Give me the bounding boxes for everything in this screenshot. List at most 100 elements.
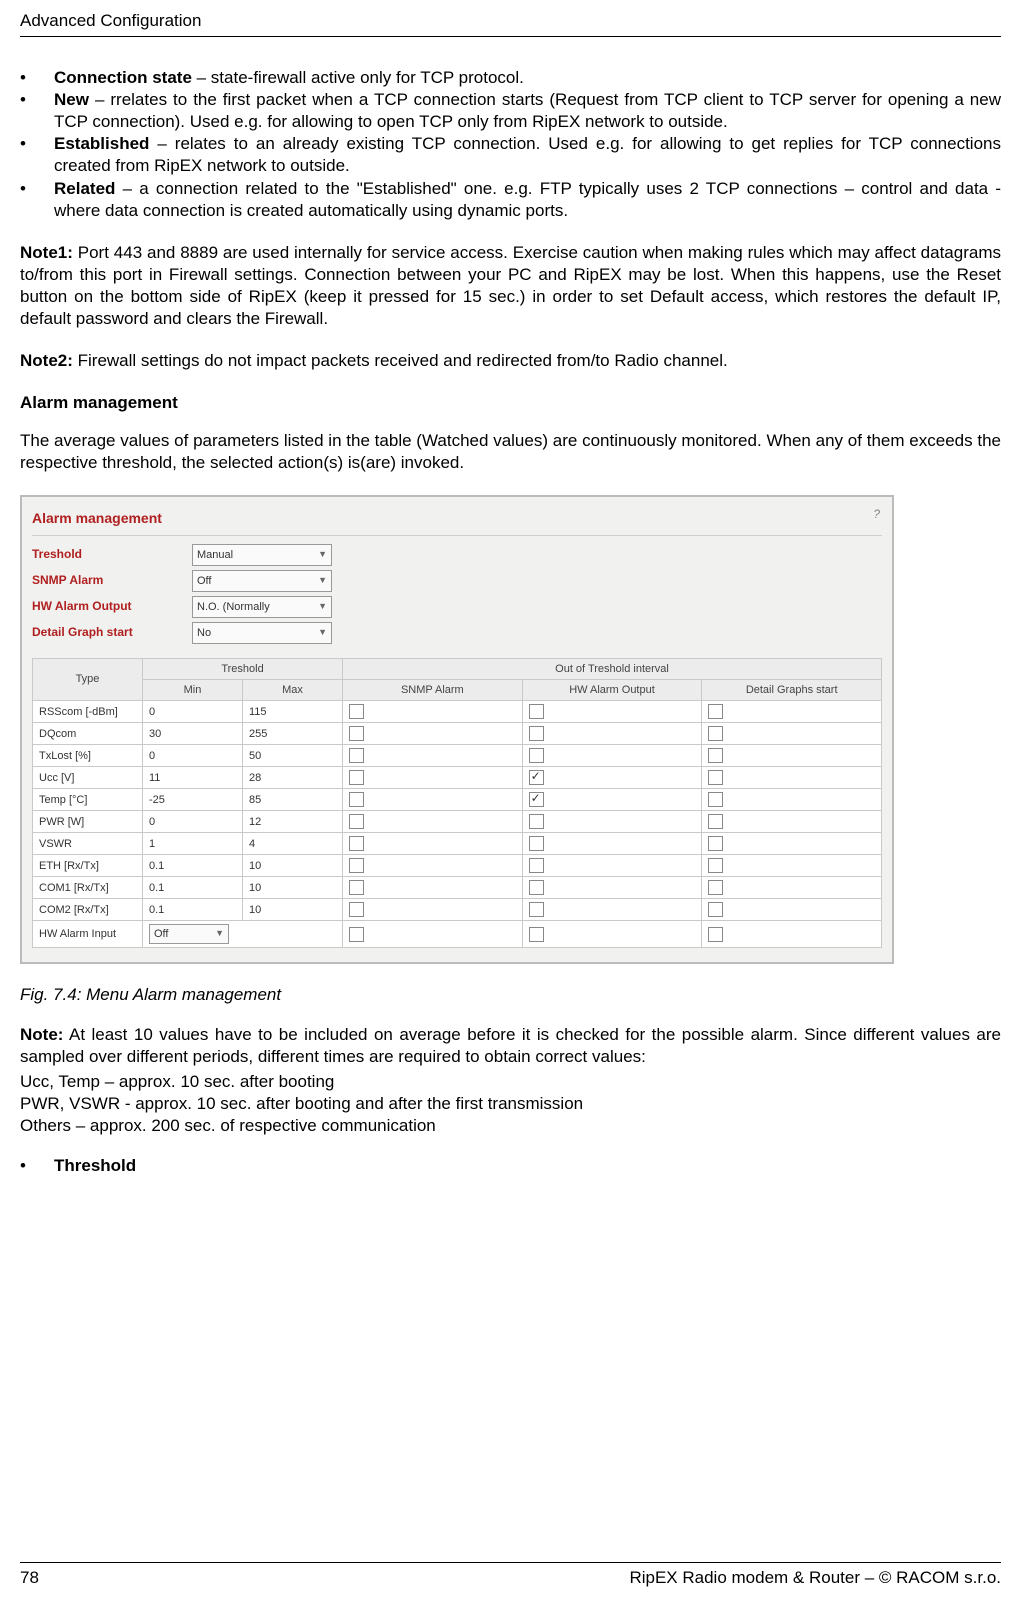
- table-row: Temp [°C]-2585: [33, 789, 882, 811]
- cell-hw[interactable]: [522, 855, 702, 877]
- hw-alarm-input-select[interactable]: Off▼: [149, 924, 229, 944]
- cell-max[interactable]: 12: [243, 811, 343, 833]
- cell-min[interactable]: 1: [143, 833, 243, 855]
- checkbox[interactable]: [529, 927, 544, 942]
- checkbox[interactable]: [349, 814, 364, 829]
- cell-hw[interactable]: [522, 921, 702, 948]
- select-snmp[interactable]: Off ▼: [192, 570, 332, 592]
- cell-dg[interactable]: [702, 789, 882, 811]
- checkbox[interactable]: [529, 748, 544, 763]
- cell-snmp[interactable]: [343, 745, 523, 767]
- cell-hw[interactable]: [522, 745, 702, 767]
- cell-max[interactable]: 50: [243, 745, 343, 767]
- cell-max[interactable]: 85: [243, 789, 343, 811]
- checkbox[interactable]: [708, 814, 723, 829]
- checkbox[interactable]: [708, 704, 723, 719]
- checkbox[interactable]: [349, 927, 364, 942]
- cell-min[interactable]: 0: [143, 745, 243, 767]
- cell-dg[interactable]: [702, 767, 882, 789]
- checkbox[interactable]: [529, 726, 544, 741]
- checkbox[interactable]: [708, 792, 723, 807]
- checkbox[interactable]: [529, 814, 544, 829]
- cell-min[interactable]: 30: [143, 723, 243, 745]
- cell-type: PWR [W]: [33, 811, 143, 833]
- select-hw[interactable]: N.O. (Normally ▼: [192, 596, 332, 618]
- checkbox[interactable]: [529, 902, 544, 917]
- checkbox[interactable]: [708, 770, 723, 785]
- checkbox[interactable]: [349, 880, 364, 895]
- checkbox[interactable]: [349, 902, 364, 917]
- th-min: Min: [143, 679, 243, 700]
- cell-dg[interactable]: [702, 701, 882, 723]
- cell-hw[interactable]: [522, 833, 702, 855]
- cell-snmp[interactable]: [343, 921, 523, 948]
- checkbox[interactable]: [529, 770, 544, 785]
- th-max: Max: [243, 679, 343, 700]
- checkbox[interactable]: [708, 927, 723, 942]
- cell-dg[interactable]: [702, 921, 882, 948]
- checkbox[interactable]: [529, 792, 544, 807]
- note-block: Note: At least 10 values have to be incl…: [20, 1024, 1001, 1068]
- checkbox[interactable]: [349, 792, 364, 807]
- cell-max[interactable]: 10: [243, 877, 343, 899]
- checkbox[interactable]: [349, 858, 364, 873]
- cell-hw[interactable]: [522, 789, 702, 811]
- checkbox[interactable]: [708, 748, 723, 763]
- cell-hw[interactable]: [522, 767, 702, 789]
- checkbox[interactable]: [349, 748, 364, 763]
- cell-snmp[interactable]: [343, 899, 523, 921]
- table-row: DQcom30255: [33, 723, 882, 745]
- cell-snmp[interactable]: [343, 701, 523, 723]
- cell-min[interactable]: 0: [143, 701, 243, 723]
- cell-min[interactable]: 0.1: [143, 855, 243, 877]
- cell-hw[interactable]: [522, 877, 702, 899]
- cell-select[interactable]: Off▼: [143, 921, 343, 948]
- cell-min[interactable]: 11: [143, 767, 243, 789]
- cell-hw[interactable]: [522, 899, 702, 921]
- checkbox[interactable]: [708, 858, 723, 873]
- cell-snmp[interactable]: [343, 877, 523, 899]
- cell-snmp[interactable]: [343, 811, 523, 833]
- cell-max[interactable]: 10: [243, 899, 343, 921]
- cell-snmp[interactable]: [343, 789, 523, 811]
- checkbox[interactable]: [708, 880, 723, 895]
- checkbox[interactable]: [708, 902, 723, 917]
- cell-hw[interactable]: [522, 723, 702, 745]
- checkbox[interactable]: [708, 836, 723, 851]
- checkbox[interactable]: [529, 836, 544, 851]
- cell-min[interactable]: -25: [143, 789, 243, 811]
- checkbox[interactable]: [349, 726, 364, 741]
- cell-snmp[interactable]: [343, 767, 523, 789]
- bullet-mark: •: [20, 178, 54, 222]
- cell-dg[interactable]: [702, 723, 882, 745]
- cell-dg[interactable]: [702, 833, 882, 855]
- cell-min[interactable]: 0: [143, 811, 243, 833]
- cell-snmp[interactable]: [343, 833, 523, 855]
- cell-max[interactable]: 28: [243, 767, 343, 789]
- checkbox[interactable]: [349, 836, 364, 851]
- cell-max[interactable]: 255: [243, 723, 343, 745]
- checkbox[interactable]: [349, 704, 364, 719]
- cell-min[interactable]: 0.1: [143, 899, 243, 921]
- checkbox[interactable]: [349, 770, 364, 785]
- select-treshold[interactable]: Manual ▼: [192, 544, 332, 566]
- checkbox[interactable]: [708, 726, 723, 741]
- checkbox[interactable]: [529, 704, 544, 719]
- cell-snmp[interactable]: [343, 855, 523, 877]
- select-detail[interactable]: No ▼: [192, 622, 332, 644]
- cell-dg[interactable]: [702, 811, 882, 833]
- cell-max[interactable]: 115: [243, 701, 343, 723]
- cell-snmp[interactable]: [343, 723, 523, 745]
- cell-max[interactable]: 10: [243, 855, 343, 877]
- checkbox[interactable]: [529, 858, 544, 873]
- cell-max[interactable]: 4: [243, 833, 343, 855]
- cell-dg[interactable]: [702, 899, 882, 921]
- checkbox[interactable]: [529, 880, 544, 895]
- cell-hw[interactable]: [522, 701, 702, 723]
- help-icon[interactable]: ?: [873, 507, 880, 523]
- cell-dg[interactable]: [702, 877, 882, 899]
- cell-dg[interactable]: [702, 855, 882, 877]
- cell-hw[interactable]: [522, 811, 702, 833]
- cell-dg[interactable]: [702, 745, 882, 767]
- cell-min[interactable]: 0.1: [143, 877, 243, 899]
